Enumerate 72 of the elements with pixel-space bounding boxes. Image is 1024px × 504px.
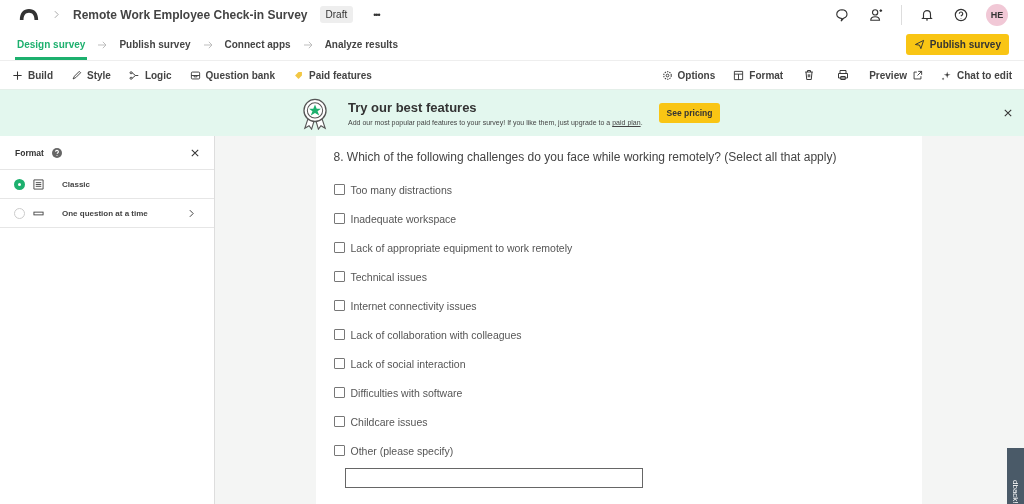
branch-icon [128,69,140,81]
plus-icon [12,69,23,81]
choice-label: Other (please specify) [350,444,454,457]
choice-label: Internet connectivity issues [350,299,477,312]
radio-button[interactable] [14,178,25,190]
help-icon[interactable] [954,7,968,22]
chat-bubble-icon[interactable] [835,7,849,22]
checkbox[interactable] [333,416,345,427]
choice-label: Difficulties with software [350,386,463,399]
toolbar-button[interactable]: Logic [122,67,178,83]
status-badge: Draft [319,6,354,23]
chevron-right-icon [54,10,59,19]
choice-label: Too many distractions [350,183,453,196]
choice-label: Inadequate workspace [350,212,457,225]
choice-label: Lack of appropriate equipment to work remotely [350,241,573,254]
feedback-tab[interactable]: dback! [1007,448,1024,504]
printer-icon[interactable] [837,69,850,81]
publish-button[interactable]: Publish survey [905,34,1009,55]
tray-icon [189,69,201,81]
arrow-right-icon [97,40,108,49]
radio-button[interactable] [14,207,25,219]
question-title: 8. Which of the following challenges do you face while working remotely? (Select all that apply) [333,150,837,164]
grid-icon [733,69,745,81]
toolbar-button[interactable]: Style [65,67,117,83]
choice-label: Lack of social interaction [350,357,466,370]
choice-label: Lack of collaboration with colleagues [350,328,522,341]
checkbox[interactable] [333,445,345,456]
format-button[interactable]: Format [727,67,790,83]
toolbar-button[interactable]: Paid features [287,67,378,83]
external-link-icon [912,69,923,81]
format-option[interactable]: One question at a time [62,208,148,218]
choice-label: Childcare issues [350,415,428,428]
step-tab[interactable]: Analyze results [322,29,400,60]
survey-title: Remote Work Employee Check-in Survey [73,7,308,22]
checkbox[interactable] [333,358,345,369]
add-user-icon[interactable] [869,7,883,22]
checkbox[interactable] [333,387,345,398]
step-tab[interactable]: Publish survey [117,29,193,60]
checkbox[interactable] [333,242,345,253]
preview-button[interactable]: Preview [863,67,929,83]
step-tab[interactable]: Connect apps [222,29,293,60]
close-icon[interactable] [191,148,199,157]
pencil-icon [71,69,82,81]
chat-to-edit-button[interactable]: Chat to edit [935,67,1018,83]
gear-icon [661,69,673,81]
bell-icon[interactable] [920,7,934,22]
close-icon[interactable] [1004,109,1012,117]
logo-icon[interactable] [18,7,40,22]
other-input-field[interactable] [344,468,643,488]
help-icon[interactable] [51,147,62,158]
paper-plane-icon [913,39,925,50]
trash-icon[interactable] [803,69,816,81]
toolbar-button[interactable]: Question bank [183,67,282,83]
more-button[interactable]: ••• [367,8,386,21]
tag-icon [293,69,305,81]
checkbox[interactable] [333,184,345,195]
banner-title: Try our best features [348,100,478,115]
chevron-right-icon[interactable] [189,208,194,218]
format-option[interactable]: Classic [62,179,91,189]
checkbox[interactable] [333,300,345,311]
arrow-right-icon [202,40,213,49]
toolbar-button[interactable]: Build [6,67,59,83]
checkbox[interactable] [333,329,345,340]
arrow-right-icon [302,40,313,49]
see-pricing-button[interactable]: See pricing [658,103,721,123]
options-button[interactable]: Options [655,67,722,83]
checkbox[interactable] [333,271,345,282]
panel-title: Format [15,147,44,158]
checkbox[interactable] [333,213,345,224]
user-avatar[interactable]: HE [986,3,1008,26]
choice-label: Technical issues [350,270,427,283]
list-page-icon [33,178,44,190]
